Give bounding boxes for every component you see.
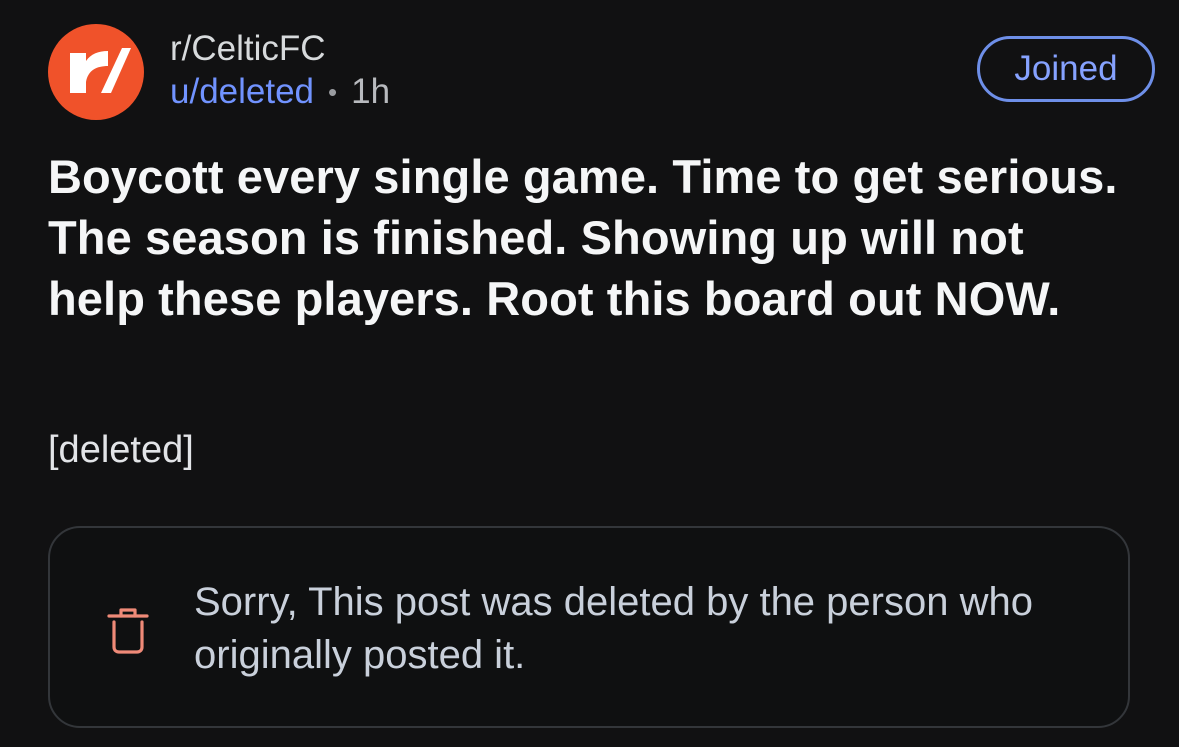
joined-button[interactable]: Joined: [977, 36, 1155, 102]
meta-separator: •: [328, 77, 338, 107]
post-body: [deleted]: [48, 429, 194, 471]
post-meta: r/CelticFC u/deleted • 1h: [170, 28, 390, 114]
post-byline: u/deleted • 1h: [170, 70, 390, 114]
deleted-notice-text: Sorry, This post was deleted by the pers…: [194, 580, 1033, 677]
subreddit-link[interactable]: r/CelticFC: [170, 28, 390, 70]
trash-icon: [107, 608, 149, 654]
post-title: Boycott every single game. Time to get s…: [48, 150, 1118, 325]
deleted-post-notice: Sorry, This post was deleted by the pers…: [48, 526, 1130, 728]
reddit-logo-icon: [70, 48, 131, 93]
post-card: r/CelticFC u/deleted • 1h Joined Boycott…: [0, 0, 1179, 747]
author-link[interactable]: u/deleted: [170, 70, 314, 114]
post-timestamp: 1h: [351, 72, 391, 111]
post-header: r/CelticFC u/deleted • 1h Joined: [48, 24, 1155, 120]
subreddit-avatar[interactable]: [48, 24, 144, 120]
